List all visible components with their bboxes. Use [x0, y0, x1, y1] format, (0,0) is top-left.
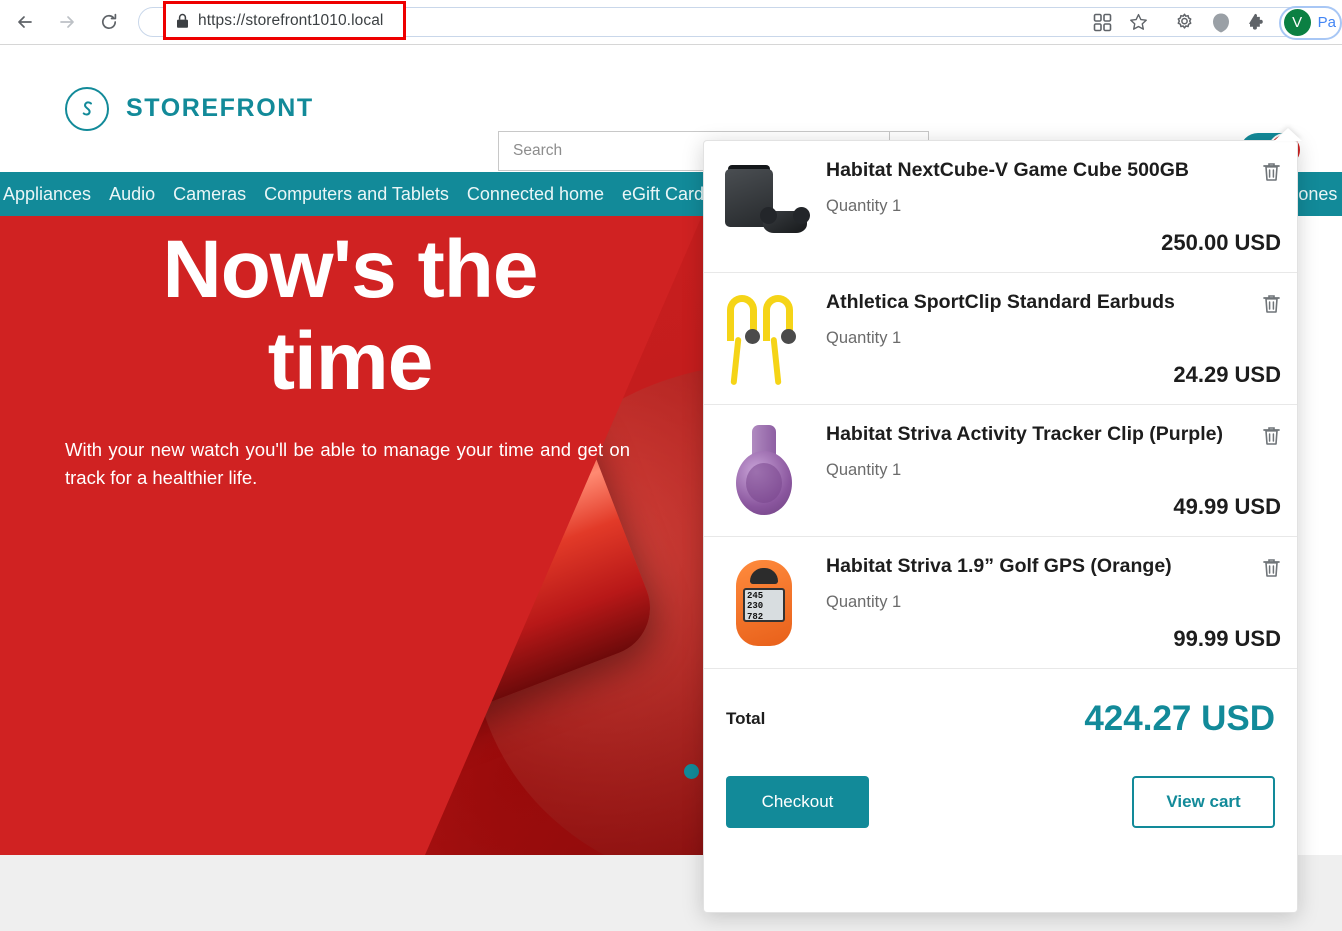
nav-item-appliances[interactable]: Appliances	[0, 184, 100, 205]
cart-item-price: 250.00 USD	[826, 230, 1281, 256]
qr-code-icon[interactable]	[1085, 5, 1121, 41]
cart-item-row: Habitat NextCube-V Game Cube 500GB Quant…	[704, 141, 1297, 273]
site-logo[interactable]: STOREFRONT	[65, 87, 314, 131]
remove-item-trash-icon[interactable]	[1262, 291, 1281, 319]
extensions-puzzle-icon[interactable]	[1239, 5, 1275, 41]
cart-item-price: 24.29 USD	[826, 362, 1281, 388]
url-highlight-box[interactable]: https://storefront1010.local	[163, 1, 406, 40]
cart-item-quantity: Quantity 1	[826, 461, 1281, 480]
remove-item-trash-icon[interactable]	[1262, 555, 1281, 583]
cart-item-price: 49.99 USD	[826, 494, 1281, 520]
view-cart-button[interactable]: View cart	[1132, 776, 1275, 828]
cart-item-title: Athletica SportClip Standard Earbuds	[826, 291, 1185, 314]
nav-item-cameras[interactable]: Cameras	[164, 184, 255, 205]
nav-item-connected-home[interactable]: Connected home	[458, 184, 613, 205]
browser-toolbar: https://storefront1010.local V Pa	[0, 0, 1342, 45]
bookmark-star-icon[interactable]	[1121, 5, 1157, 41]
forward-button[interactable]	[50, 5, 84, 39]
cart-item-quantity: Quantity 1	[826, 593, 1281, 612]
activity-tracker-thumb	[716, 423, 812, 519]
checkout-button[interactable]: Checkout	[726, 776, 869, 828]
cart-panel-pointer	[1274, 128, 1302, 141]
cart-actions: Checkout View cart	[704, 739, 1297, 828]
nav-item-audio[interactable]: Audio	[100, 184, 164, 205]
cart-total-value: 424.27 USD	[1084, 699, 1275, 739]
chrome-action-icons: V Pa	[1085, 0, 1342, 45]
remove-item-trash-icon[interactable]	[1262, 423, 1281, 451]
cart-item-title: Habitat Striva Activity Tracker Clip (Pu…	[826, 423, 1233, 446]
nav-item-computers-and-tablets[interactable]: Computers and Tablets	[255, 184, 458, 205]
hero-subtitle: With your new watch you'll be able to ma…	[65, 436, 630, 493]
reload-button[interactable]	[92, 5, 126, 39]
back-button[interactable]	[8, 5, 42, 39]
cart-item-title: Habitat Striva 1.9” Golf GPS (Orange)	[826, 555, 1182, 578]
blob-icon[interactable]	[1203, 5, 1239, 41]
hero-title: Now's the time	[0, 216, 700, 408]
profile-chip[interactable]: V Pa	[1279, 6, 1342, 40]
logo-s-icon	[65, 87, 109, 131]
lock-icon	[176, 13, 189, 29]
avatar: V	[1284, 9, 1311, 36]
cart-item-quantity: Quantity 1	[826, 329, 1281, 348]
logo-text: STOREFRONT	[126, 94, 314, 123]
url-text: https://storefront1010.local	[198, 12, 383, 30]
cart-item-quantity: Quantity 1	[826, 197, 1281, 216]
golf-gps-thumb: 245 230 782	[716, 555, 812, 651]
cart-item-row: 245 230 782 Habitat Striva 1.9” Golf GPS…	[704, 537, 1297, 669]
page-root: https://storefront1010.local V Pa	[0, 0, 1342, 931]
gps-screen-line-2: 230 782	[747, 601, 763, 621]
gear-icon[interactable]	[1167, 5, 1203, 41]
cart-summary: Total 424.27 USD	[704, 669, 1297, 739]
remove-item-trash-icon[interactable]	[1262, 159, 1281, 187]
cart-item-price: 99.99 USD	[826, 626, 1281, 652]
carousel-dot[interactable]	[684, 764, 699, 779]
cart-total-label: Total	[726, 709, 765, 729]
gps-screen-line-1: 245	[747, 591, 763, 601]
cart-item-row: Habitat Striva Activity Tracker Clip (Pu…	[704, 405, 1297, 537]
game-console-thumb	[716, 159, 812, 255]
profile-name: Pa	[1318, 14, 1336, 31]
hero-text-block: Now's the time With your new watch you'l…	[0, 216, 700, 493]
cart-item-title: Habitat NextCube-V Game Cube 500GB	[826, 159, 1199, 182]
cart-item-row: Athletica SportClip Standard Earbuds Qua…	[704, 273, 1297, 405]
earbuds-thumb	[716, 291, 812, 387]
mini-cart-panel: Habitat NextCube-V Game Cube 500GB Quant…	[703, 140, 1298, 913]
